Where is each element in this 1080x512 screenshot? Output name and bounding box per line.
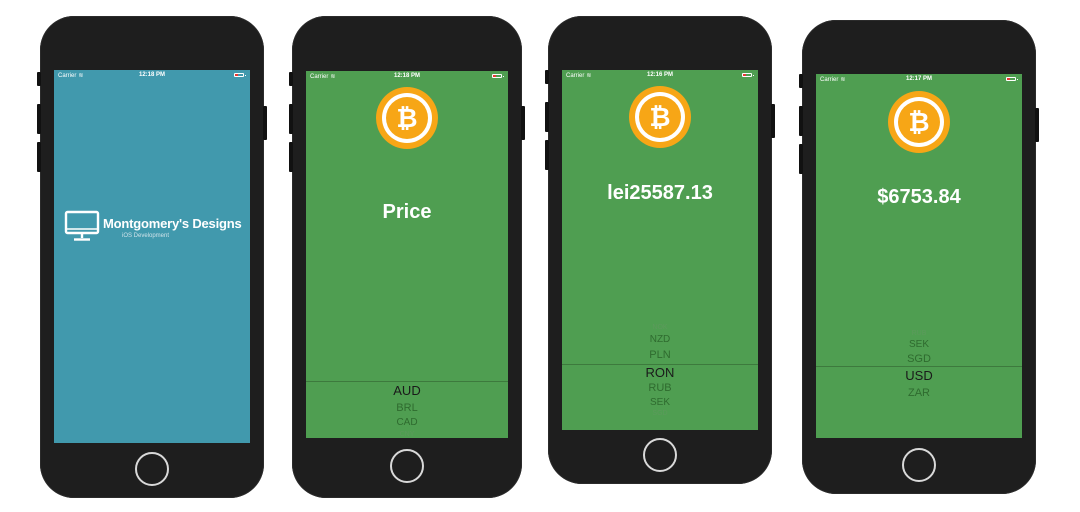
status-time: 12:18 PM xyxy=(393,73,420,79)
picker-option[interactable]: SGD xyxy=(562,410,758,417)
picker-option[interactable]: PLN xyxy=(562,349,758,361)
splash-screen: Carrier ≋ 12:18 PM Montgomery's Designs i… xyxy=(54,70,250,443)
picker-option[interactable]: SEK xyxy=(562,397,758,408)
phone-splash: Carrier ≋ 12:18 PM Montgomery's Designs i… xyxy=(37,16,267,498)
bitcoin-logo-icon: ₿ xyxy=(629,86,691,148)
status-time: 12:17 PM xyxy=(905,76,932,82)
status-bar: Carrier ≋ 12:18 PM xyxy=(54,70,250,82)
picker-option[interactable]: CNY xyxy=(306,431,508,438)
price-label: lei25587.13 xyxy=(607,182,713,204)
phone-usd: Carrier ≋ 12:17 PM ₿ $6753.84 RUB SEK SGD… xyxy=(799,20,1039,494)
svg-text:₿: ₿ xyxy=(908,107,929,137)
bitcoin-logo-icon: ₿ xyxy=(376,87,438,149)
picker-option[interactable]: RUB xyxy=(816,330,1022,337)
app-screen: Carrier ≋ 12:18 PM ₿ Price AUD BRL CAD CN… xyxy=(306,71,508,438)
picker-selected[interactable]: USD xyxy=(816,368,1022,383)
home-button[interactable] xyxy=(643,438,677,472)
picker-option[interactable]: SEK xyxy=(816,339,1022,350)
picker-option[interactable]: RUB xyxy=(562,382,758,394)
phone-ron: Carrier ≋ 12:16 PM ₿ lei25587.13 NOK NZD … xyxy=(545,16,775,484)
battery-icon xyxy=(742,73,754,77)
currency-picker[interactable]: NOK NZD PLN RON RUB SEK SGD xyxy=(562,322,758,430)
picker-selected[interactable]: AUD xyxy=(306,383,508,398)
splash-subtitle: iOS Development xyxy=(122,233,170,239)
status-bar: Carrier ≋ 12:16 PM xyxy=(562,70,758,82)
svg-text:₿: ₿ xyxy=(649,102,670,132)
picker-option[interactable]: ZAR xyxy=(816,387,1022,399)
status-bar: Carrier ≋ 12:17 PM xyxy=(816,74,1022,86)
price-label: $6753.84 xyxy=(877,186,961,208)
home-button[interactable] xyxy=(902,448,936,482)
app-screen: Carrier ≋ 12:17 PM ₿ $6753.84 RUB SEK SGD… xyxy=(816,74,1022,438)
picker-option[interactable]: NZD xyxy=(562,334,758,345)
currency-picker[interactable]: AUD BRL CAD CNY xyxy=(306,361,508,438)
battery-icon xyxy=(492,74,504,78)
app-screen: Carrier ≋ 12:16 PM ₿ lei25587.13 NOK NZD … xyxy=(562,70,758,430)
battery-icon xyxy=(1006,77,1018,81)
status-bar: Carrier ≋ 12:18 PM xyxy=(306,71,508,83)
home-button[interactable] xyxy=(135,452,169,486)
currency-picker[interactable]: RUB SEK SGD USD ZAR xyxy=(816,328,1022,408)
picker-option[interactable]: NOK xyxy=(562,324,758,331)
battery-icon xyxy=(234,73,246,77)
picker-option[interactable]: BRL xyxy=(306,402,508,414)
splash-title: Montgomery's Designs xyxy=(103,216,242,231)
picker-option[interactable]: SGD xyxy=(816,353,1022,365)
status-time: 12:18 PM xyxy=(138,72,165,78)
svg-text:₿: ₿ xyxy=(396,103,417,133)
status-time: 12:16 PM xyxy=(646,72,673,78)
picker-selected[interactable]: RON xyxy=(562,365,758,380)
price-label: Price xyxy=(382,201,432,223)
monitor-icon xyxy=(64,210,100,241)
home-button[interactable] xyxy=(390,449,424,483)
bitcoin-logo-icon: ₿ xyxy=(888,91,950,153)
phone-price: Carrier ≋ 12:18 PM ₿ Price AUD BRL CAD CN… xyxy=(289,16,525,498)
picker-option[interactable]: CAD xyxy=(306,417,508,428)
